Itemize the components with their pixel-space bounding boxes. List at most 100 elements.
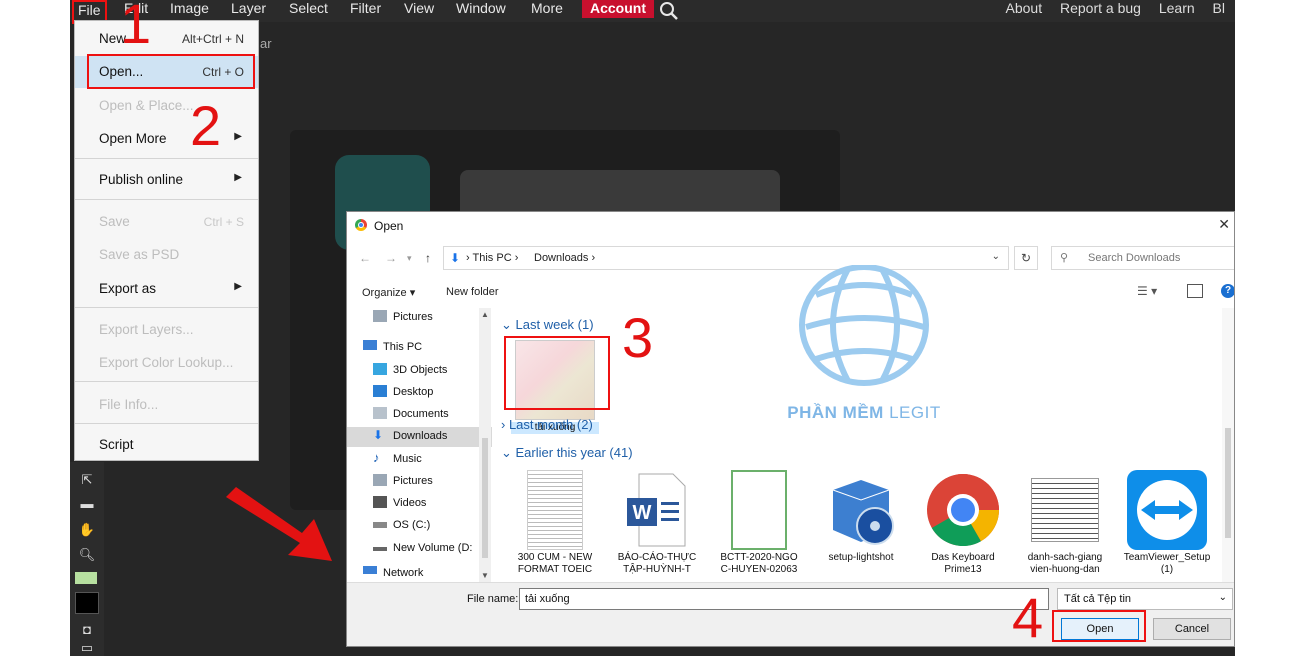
document-thumbnail bbox=[527, 470, 583, 550]
address-path[interactable]: ⬇ › This PC › Downloads › ⌄ bbox=[443, 246, 1009, 270]
about-link[interactable]: About bbox=[1006, 0, 1043, 16]
recent-chevron-icon[interactable]: ▾ bbox=[407, 253, 412, 264]
organize-button[interactable]: Organize ▾ bbox=[362, 286, 415, 299]
menu-more[interactable]: More bbox=[531, 0, 563, 20]
file-name-input[interactable]: tải xuống bbox=[519, 588, 1049, 610]
nav-item-label: Desktop bbox=[393, 386, 434, 398]
nav-item-label: Documents bbox=[393, 408, 449, 420]
chevron-down-icon: ⌄ bbox=[1218, 592, 1227, 603]
group-label: Last month (2) bbox=[508, 417, 593, 432]
blog-link[interactable]: Bl bbox=[1213, 0, 1225, 16]
open-file-dialog: Open ✕ ← → ▾ ↑ ⬇ › This PC › Downloads ›… bbox=[346, 211, 1235, 647]
nav-item-label: Pictures bbox=[393, 475, 433, 487]
submenu-arrow-icon: ▶ bbox=[234, 131, 242, 142]
scroll-up-icon[interactable]: ▲ bbox=[481, 310, 489, 319]
hand-tool-icon[interactable]: ✋ bbox=[77, 522, 97, 537]
help-icon[interactable]: ? bbox=[1221, 284, 1234, 298]
menu-bar: File Edit Image Layer Select Filter View… bbox=[70, 0, 1235, 24]
menu-item-label: Publish online bbox=[99, 172, 184, 187]
menu-item-export-as[interactable]: Export as ▶ bbox=[75, 273, 258, 305]
menu-item-script[interactable]: Script bbox=[75, 429, 258, 461]
tool-strip: ⇱ ▬ ✋ 🔍︎ ◘ ▭ bbox=[70, 462, 104, 656]
drive-icon bbox=[373, 547, 387, 551]
file-item[interactable]: setup-lightshot bbox=[817, 470, 905, 572]
installer-box-icon bbox=[821, 470, 901, 550]
file-type-select[interactable]: Tất cả Tệp tin ⌄ bbox=[1057, 588, 1233, 610]
file-item[interactable]: danh-sach-giang vien-huong-dan bbox=[1021, 470, 1109, 575]
refresh-icon[interactable]: ↻ bbox=[1014, 246, 1038, 270]
spreadsheet-thumbnail bbox=[1031, 478, 1099, 542]
quick-mask-icon[interactable]: ◘ bbox=[77, 622, 97, 637]
step-number-1: 1 bbox=[120, 0, 152, 55]
pictures-folder-icon bbox=[373, 310, 387, 322]
nav-item-label: Videos bbox=[393, 497, 427, 509]
menu-item-label: Export as bbox=[99, 281, 157, 296]
file-item[interactable]: 300 CUM - NEW FORMAT TOEIC bbox=[511, 470, 599, 575]
scrollbar-thumb[interactable] bbox=[1225, 428, 1231, 538]
change-view-icon[interactable]: ☰ ▾ bbox=[1137, 284, 1157, 298]
nav-item-label: New Volume (D: bbox=[393, 542, 473, 554]
background-color-swatch[interactable] bbox=[75, 592, 99, 614]
close-icon[interactable]: ✕ bbox=[1218, 216, 1230, 233]
file-name-label: 300 CUM - NEW FORMAT TOEIC bbox=[517, 552, 593, 575]
group-header-last-month[interactable]: › Last month (2) bbox=[501, 417, 593, 432]
search-placeholder: Search Downloads bbox=[1088, 252, 1181, 264]
path-downloads[interactable]: Downloads › bbox=[534, 252, 595, 264]
nav-pane-scrollbar[interactable]: ▲ ▼ bbox=[479, 308, 491, 582]
nav-item-downloads[interactable]: ⬇ Downloads bbox=[347, 427, 492, 447]
up-arrow-icon[interactable]: ↑ bbox=[425, 251, 431, 265]
marquee-tool-icon[interactable]: ▬ bbox=[77, 496, 97, 511]
desktop-icon bbox=[373, 385, 387, 397]
file-name-label: BCTT-2020-NGO C-HUYEN-02063 bbox=[720, 552, 798, 575]
menu-view[interactable]: View bbox=[404, 0, 434, 20]
menu-divider bbox=[75, 423, 258, 424]
path-this-pc[interactable]: › This PC › bbox=[466, 252, 518, 264]
chrome-icon bbox=[923, 470, 1003, 550]
menu-item-publish-online[interactable]: Publish online ▶ bbox=[75, 164, 258, 196]
new-folder-button[interactable]: New folder bbox=[446, 286, 499, 298]
search-icon[interactable] bbox=[658, 1, 680, 26]
screen-mode-icon[interactable]: ▭ bbox=[77, 640, 97, 655]
menu-layer[interactable]: Layer bbox=[231, 0, 266, 20]
forward-arrow-icon[interactable]: → bbox=[385, 251, 397, 265]
menu-divider bbox=[75, 307, 258, 308]
file-item[interactable]: Das Keyboard Prime13 bbox=[919, 470, 1007, 575]
path-dropdown-chevron-icon[interactable]: ⌄ bbox=[992, 251, 1000, 262]
menu-window[interactable]: Window bbox=[456, 0, 506, 20]
group-header-last-week[interactable]: ⌄ Last week (1) bbox=[501, 317, 594, 333]
word-document-icon: W bbox=[625, 470, 689, 550]
network-icon bbox=[363, 566, 377, 574]
file-list-scrollbar[interactable] bbox=[1222, 308, 1234, 582]
background-partial-text: ar bbox=[260, 36, 272, 51]
highlight-open-button bbox=[1052, 610, 1146, 642]
search-icon: ⚲ bbox=[1060, 252, 1069, 264]
menu-item-open-more[interactable]: Open More ▶ bbox=[75, 123, 258, 155]
path-label: Downloads bbox=[534, 252, 589, 264]
zoom-tool-icon[interactable]: 🔍︎ bbox=[77, 547, 97, 562]
search-downloads-input[interactable]: ⚲ Search Downloads bbox=[1051, 246, 1234, 270]
file-name-label: Das Keyboard Prime13 bbox=[931, 552, 995, 575]
preview-pane-icon[interactable] bbox=[1187, 284, 1203, 298]
menu-item-new[interactable]: New... Alt+Ctrl + N bbox=[75, 23, 258, 55]
scroll-down-icon[interactable]: ▼ bbox=[481, 571, 489, 580]
menu-item-export-layers: Export Layers... bbox=[75, 314, 258, 346]
scrollbar-thumb[interactable] bbox=[482, 438, 488, 558]
group-header-earlier-this-year[interactable]: ⌄ Earlier this year (41) bbox=[501, 445, 633, 461]
menu-select[interactable]: Select bbox=[289, 0, 328, 20]
menu-account[interactable]: Account bbox=[582, 0, 654, 18]
move-tool-icon[interactable]: ⇱ bbox=[77, 472, 97, 487]
file-item[interactable]: BCTT-2020-NGO C-HUYEN-02063 bbox=[715, 470, 803, 575]
file-name-label: setup-lightshot bbox=[828, 552, 894, 563]
back-arrow-icon[interactable]: ← bbox=[359, 251, 371, 265]
learn-link[interactable]: Learn bbox=[1159, 0, 1195, 16]
menu-image[interactable]: Image bbox=[170, 0, 209, 20]
file-item[interactable]: W BÁO-CÁO-THỰC TẬP-HUỲNH-T bbox=[613, 470, 701, 575]
menu-filter[interactable]: Filter bbox=[350, 0, 381, 20]
report-bug-link[interactable]: Report a bug bbox=[1060, 0, 1141, 16]
cancel-button[interactable]: Cancel bbox=[1153, 618, 1231, 640]
address-bar-row: ← → ▾ ↑ ⬇ › This PC › Downloads › ⌄ ↻ ⚲ … bbox=[347, 244, 1234, 272]
menu-divider bbox=[75, 199, 258, 200]
foreground-color-swatch[interactable] bbox=[75, 572, 97, 584]
file-item[interactable]: TeamViewer_Setup (1) bbox=[1123, 470, 1211, 575]
pictures-icon bbox=[373, 474, 387, 486]
